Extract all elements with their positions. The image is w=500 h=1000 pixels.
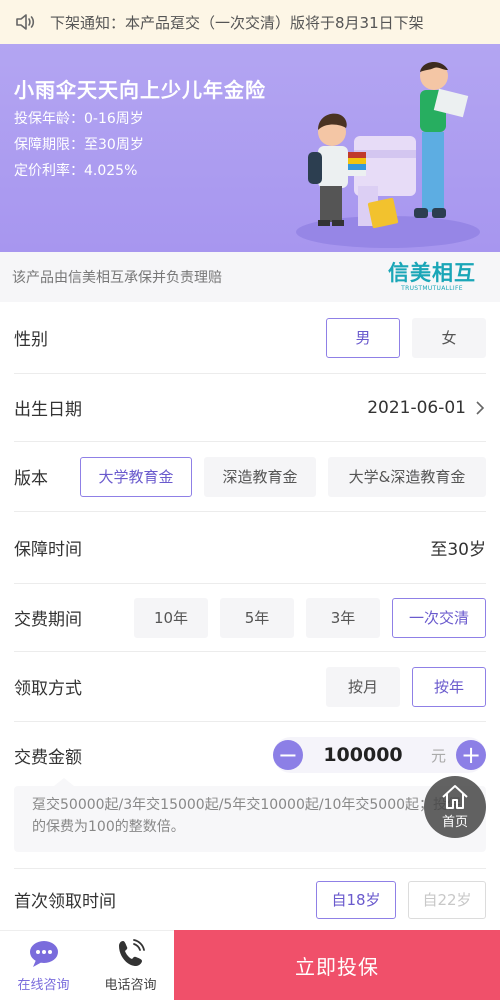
insurer-logo: 信美相互 TRUSTMUTUALLIFE [388, 261, 476, 292]
banner-illustration [296, 61, 480, 248]
payment-period-row: 交费期间 10年 5年 3年 一次交清 [14, 584, 486, 652]
coverage-label: 保障时间 [14, 540, 82, 560]
chat-bubble-icon [29, 941, 58, 967]
product-title: 小雨伞天天向上少儿年金险 [14, 78, 266, 102]
pricing-rate: 定价利率：4.025% [14, 163, 138, 179]
insurer-bar: 该产品由信美相互承保并负责理赔 信美相互 TRUSTMUTUALLIFE [0, 252, 500, 302]
premium-row: 交费金额 − 100000 元 + [14, 722, 486, 788]
speaker-icon [16, 14, 35, 30]
premium-hint: 趸交50000起/3年交15000起/5年交10000起/10年交5000起；投… [14, 778, 486, 852]
gender-option-male[interactable]: 男 [326, 317, 400, 358]
birth-date-value[interactable]: 2021-06-01 [367, 398, 466, 418]
edition-row: 版本 大学教育金 深造教育金 大学&深造教育金 [14, 442, 486, 512]
phone-consult-tab[interactable]: 电话咨询 [87, 931, 174, 1000]
claim-method-label: 领取方式 [14, 679, 82, 699]
premium-label: 交费金额 [14, 747, 82, 768]
birth-date-label: 出生日期 [14, 400, 82, 420]
gender-row: 性别 男 女 [14, 302, 486, 374]
edition-option-both[interactable]: 大学&深造教育金 [328, 456, 486, 497]
minus-button[interactable]: − [272, 740, 303, 770]
payment-period-label: 交费期间 [14, 610, 82, 630]
edition-option-advanced[interactable]: 深造教育金 [204, 456, 316, 497]
age-range: 投保年龄：0-16周岁 [14, 111, 144, 127]
payment-option-single[interactable]: 一次交清 [392, 597, 486, 638]
first-claim-row: 首次领取时间 自18岁 自22岁 [14, 868, 486, 930]
gender-label: 性别 [14, 330, 48, 350]
payment-option-5y[interactable]: 5年 [220, 597, 294, 638]
online-consult-label: 在线咨询 [17, 978, 70, 993]
premium-amount-input[interactable]: 100000 [313, 744, 413, 766]
first-claim-label: 首次领取时间 [14, 892, 116, 912]
coverage-row: 保障时间 至30岁 [14, 512, 486, 584]
coverage-term: 保障期限：至30周岁 [14, 137, 144, 153]
notice-text: 下架通知：本产品趸交（一次交清）版将于8月31日下架 [50, 13, 424, 32]
phone-icon [118, 939, 145, 966]
payment-option-3y[interactable]: 3年 [306, 597, 380, 638]
first-claim-option-18[interactable]: 自18岁 [316, 880, 396, 919]
birth-date-row[interactable]: 出生日期 2021-06-01 [14, 374, 486, 442]
plus-button[interactable]: + [456, 740, 486, 770]
product-banner: 小雨伞天天向上少儿年金险 投保年龄：0-16周岁 保障期限：至30周岁 定价利率… [0, 44, 500, 252]
premium-unit: 元 [430, 746, 446, 765]
first-claim-option-22[interactable]: 自22岁 [408, 880, 486, 919]
chevron-right-icon [476, 400, 485, 415]
phone-consult-label: 电话咨询 [104, 978, 157, 993]
payment-option-10y[interactable]: 10年 [134, 597, 208, 638]
edition-option-university[interactable]: 大学教育金 [80, 456, 192, 497]
home-icon [442, 785, 468, 809]
home-label: 首页 [441, 815, 468, 830]
floating-home-button[interactable]: 首页 [424, 776, 486, 838]
coverage-value: 至30岁 [430, 540, 486, 560]
online-consult-tab[interactable]: 在线咨询 [0, 931, 87, 1000]
buy-now-button[interactable]: 立即投保 [174, 930, 500, 1000]
gender-option-female[interactable]: 女 [412, 317, 486, 358]
insurer-description: 该产品由信美相互承保并负责理赔 [12, 270, 222, 286]
notice-bar: 下架通知：本产品趸交（一次交清）版将于8月31日下架 [0, 0, 500, 44]
claim-option-monthly[interactable]: 按月 [326, 666, 400, 707]
premium-stepper: − 100000 元 + [272, 737, 486, 773]
claim-option-yearly[interactable]: 按年 [412, 666, 486, 707]
edition-label: 版本 [14, 469, 48, 489]
claim-method-row: 领取方式 按月 按年 [14, 652, 486, 722]
